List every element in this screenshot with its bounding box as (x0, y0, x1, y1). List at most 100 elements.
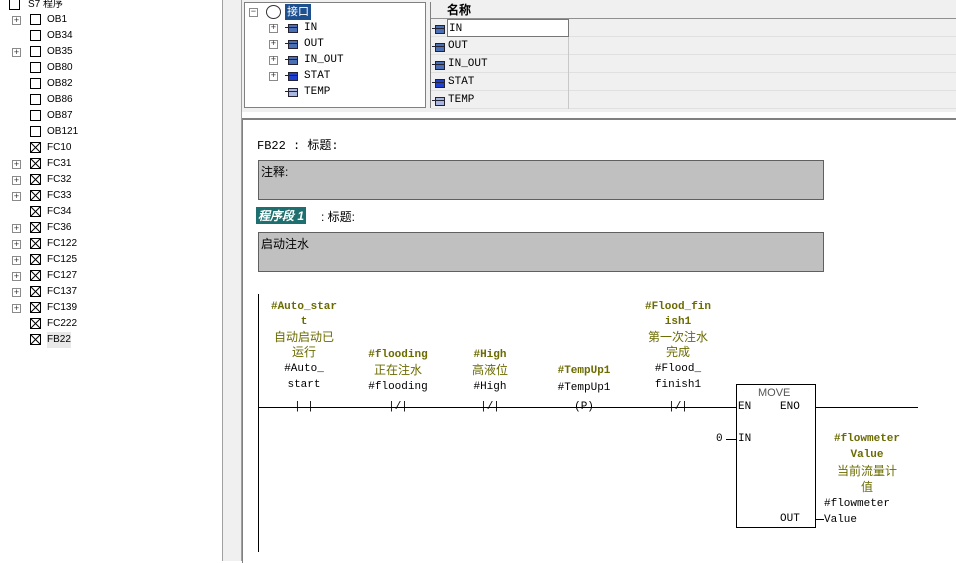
output-comment[interactable]: 值 (802, 480, 932, 495)
in-pin[interactable]: IN (738, 432, 758, 446)
tree-item-label: FC36 (47, 222, 72, 233)
tree-item-label: OB1 (47, 14, 68, 25)
splitter[interactable] (222, 0, 242, 561)
output-operand[interactable]: #flowmeter (824, 497, 934, 511)
symbol-comment[interactable]: 自动启动已 (254, 330, 354, 345)
tree-item-label: FC222 (47, 318, 78, 329)
block-icon (30, 318, 41, 329)
symbol-comment[interactable]: 第一次注水 (628, 330, 728, 345)
block-icon (30, 222, 41, 233)
output-symbol[interactable]: Value (802, 448, 932, 463)
out-wire (816, 519, 824, 520)
contact-operand[interactable]: #flooding (348, 379, 448, 395)
out-pin[interactable]: OUT (780, 512, 810, 526)
tree-item-label: FB22 (47, 332, 71, 348)
block-icon (30, 270, 41, 281)
variable-icon (432, 42, 445, 52)
expand-icon[interactable]: + (12, 224, 21, 233)
contact-operand[interactable]: finish1 (628, 377, 728, 393)
symbol-name[interactable]: ish1 (628, 315, 728, 330)
list-header[interactable]: 名称 (431, 2, 956, 19)
block-icon (30, 110, 41, 121)
contact-operand[interactable]: #Flood_ (628, 361, 728, 377)
folder-icon (9, 0, 20, 10)
expand-icon[interactable]: + (12, 48, 21, 57)
output-comment[interactable]: 当前流量计 (802, 464, 932, 479)
interface-tree[interactable]: − 接口 + IN + OUT + IN_OUT + STAT TEMP (244, 2, 426, 108)
block-icon (30, 174, 41, 185)
variable-icon (285, 55, 298, 65)
in-value[interactable]: 0 (716, 432, 726, 446)
symbol-name[interactable]: #flooding (348, 348, 448, 363)
variable-icon (285, 23, 298, 33)
contact-operand[interactable]: #TempUp1 (534, 380, 634, 396)
contact-operand[interactable]: #High (440, 379, 540, 395)
en-pin[interactable]: EN (738, 400, 758, 414)
tree-item-label: FC31 (47, 158, 72, 169)
expand-icon[interactable]: + (12, 272, 21, 281)
code-editor[interactable]: FB22 : 标题: 注释: 程序段 1 : 标题: 启动注水 #Auto_st… (242, 118, 956, 563)
network-comment[interactable]: 启动注水 (258, 232, 824, 272)
block-icon (30, 302, 41, 313)
symbol-comment[interactable]: 正在注水 (348, 363, 448, 378)
interface-tree-label: STAT (304, 70, 331, 82)
expand-icon[interactable]: + (269, 72, 278, 81)
expand-icon[interactable]: + (12, 16, 21, 25)
variable-icon (432, 96, 445, 106)
block-comment[interactable]: 注释: (258, 160, 824, 200)
expand-icon[interactable]: + (12, 304, 21, 313)
list-item[interactable]: STAT (431, 73, 956, 91)
tree-item-label: FC125 (47, 254, 78, 265)
tree-item-label: FC34 (47, 206, 72, 217)
interface-tree-label: OUT (304, 38, 324, 50)
symbol-comment[interactable]: 高液位 (440, 363, 540, 378)
collapse-icon[interactable]: − (249, 8, 258, 17)
symbol-name[interactable]: #High (440, 348, 540, 363)
expand-icon[interactable]: + (269, 56, 278, 65)
program-tree[interactable]: S7 程序 + OB1 OB34 + OB35 OB80 OB82 OB86 OB87 OB121… (0, 0, 222, 561)
list-item[interactable]: IN (431, 19, 956, 37)
contact-operand[interactable]: #Auto_ (254, 361, 354, 377)
output-operand[interactable]: Value (824, 513, 934, 527)
network-title[interactable]: : 标题: (321, 208, 355, 225)
move-title[interactable]: MOVE (758, 386, 798, 400)
list-item-name: IN_OUT (447, 55, 569, 73)
expand-icon[interactable]: + (269, 24, 278, 33)
tree-item-label: OB35 (47, 46, 73, 57)
block-title[interactable]: FB22 : 标题: (257, 136, 339, 153)
tree-item-label: OB87 (47, 110, 73, 121)
list-item-name: TEMP (447, 91, 569, 109)
list-item[interactable]: OUT (431, 37, 956, 55)
list-item-name: IN (447, 19, 569, 37)
symbol-comment[interactable]: 运行 (254, 345, 354, 360)
block-icon (30, 78, 41, 89)
symbol-name[interactable]: #Flood_fin (628, 300, 728, 315)
block-icon (30, 94, 41, 105)
expand-icon[interactable]: + (12, 240, 21, 249)
rung-wire (258, 407, 736, 408)
network-label[interactable]: 程序段 1 (256, 207, 307, 224)
tree-item-label: FC127 (47, 270, 78, 281)
list-item[interactable]: IN_OUT (431, 55, 956, 73)
block-icon (30, 334, 41, 345)
interface-icon (266, 5, 281, 19)
block-icon (30, 158, 41, 169)
symbol-comment[interactable]: 完成 (628, 345, 728, 360)
expand-icon[interactable]: + (12, 256, 21, 265)
output-symbol[interactable]: #flowmeter (802, 432, 932, 447)
symbol-name[interactable]: t (254, 315, 354, 330)
eno-pin[interactable]: ENO (780, 400, 810, 414)
tree-item-label: FC10 (47, 142, 72, 153)
expand-icon[interactable]: + (12, 192, 21, 201)
symbol-name[interactable]: #TempUp1 (534, 364, 634, 379)
list-item[interactable]: TEMP (431, 91, 956, 109)
expand-icon[interactable]: + (12, 288, 21, 297)
symbol-name[interactable]: #Auto_star (254, 300, 354, 315)
expand-icon[interactable]: + (12, 160, 21, 169)
tree-item-label: OB121 (47, 126, 79, 137)
contact-operand[interactable]: start (254, 377, 354, 393)
variable-icon (432, 78, 445, 88)
expand-icon[interactable]: + (269, 40, 278, 49)
expand-icon[interactable]: + (12, 176, 21, 185)
interface-list[interactable]: 名称 IN OUT IN_OUT STAT TEMP (430, 2, 956, 109)
